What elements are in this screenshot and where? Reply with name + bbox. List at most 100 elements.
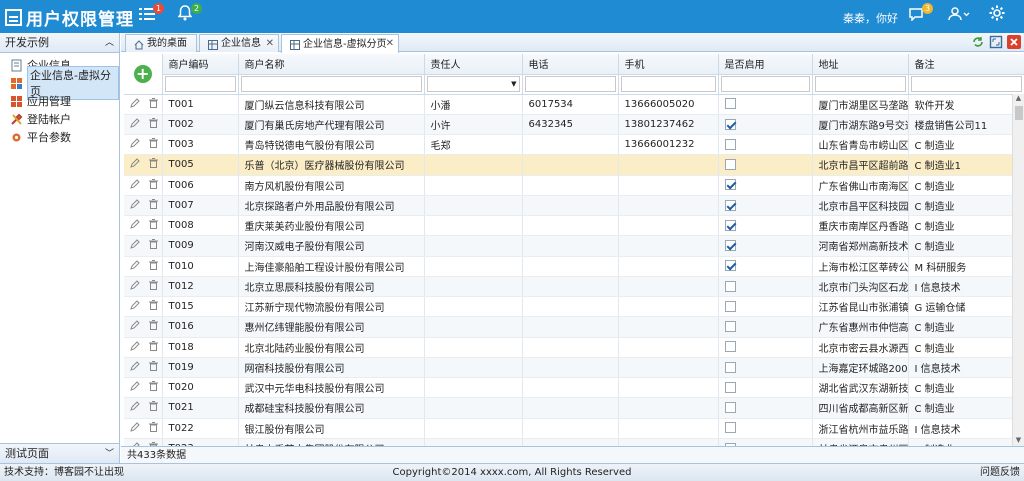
filter-name-input[interactable]: [240, 76, 422, 92]
chat-icon[interactable]: 3: [903, 3, 933, 27]
enabled-checkbox[interactable]: [724, 280, 736, 292]
tab-desktop[interactable]: 我的桌面: [125, 34, 197, 52]
edit-icon[interactable]: [130, 199, 140, 212]
table-row[interactable]: T001 厦门纵云信息科技有限公司 小潘 6017534 13666005020 厦门市湖…: [124, 94, 1024, 115]
enabled-checkbox[interactable]: [724, 422, 736, 434]
column-header[interactable]: 商户名称: [238, 54, 425, 75]
delete-icon[interactable]: [149, 360, 159, 374]
column-header[interactable]: 手机: [618, 54, 719, 75]
table-row[interactable]: T022银江股份有限公司 浙江省杭州市益乐路22I 信息技术: [124, 418, 1024, 439]
chevron-up-icon[interactable]: ︿: [105, 33, 114, 53]
delete-icon[interactable]: [149, 138, 159, 151]
enabled-checkbox[interactable]: [724, 118, 736, 130]
delete-icon[interactable]: [149, 97, 159, 111]
delete-icon[interactable]: [149, 340, 159, 354]
column-header[interactable]: 备注: [908, 54, 1024, 75]
edit-icon[interactable]: [130, 219, 140, 232]
enabled-checkbox[interactable]: [724, 219, 736, 231]
enabled-checkbox[interactable]: [724, 361, 736, 373]
table-row[interactable]: T012北京立思辰科技股份有限公司 北京市门头沟区石龙南I 信息技术: [124, 276, 1024, 298]
edit-icon[interactable]: [130, 239, 140, 252]
column-header[interactable]: 地址: [812, 54, 909, 75]
sidebar-item-params[interactable]: 平台参数: [10, 128, 119, 146]
enabled-checkbox[interactable]: [724, 159, 736, 171]
bell-icon[interactable]: 2: [172, 3, 202, 27]
delete-icon[interactable]: [149, 219, 159, 232]
edit-icon[interactable]: [130, 97, 140, 111]
delete-icon[interactable]: [149, 300, 159, 313]
vertical-scrollbar[interactable]: ▲ ▼: [1012, 94, 1024, 446]
column-header[interactable]: 电话: [522, 54, 619, 75]
user-icon[interactable]: [944, 5, 974, 27]
edit-icon[interactable]: [130, 421, 140, 435]
enabled-checkbox[interactable]: [724, 321, 736, 333]
edit-icon[interactable]: [130, 138, 140, 151]
table-row[interactable]: T018北京北陆药业股份有限公司 北京市密云县水源西路C 制造业: [124, 337, 1024, 358]
edit-icon[interactable]: [130, 158, 140, 171]
edit-icon[interactable]: [130, 381, 140, 394]
delete-icon[interactable]: [149, 198, 159, 212]
close-icon[interactable]: ✕: [386, 35, 394, 52]
table-row[interactable]: T021成都硅宝科技股份有限公司 四川省成都高新区新园C 制造业: [124, 397, 1024, 419]
enabled-checkbox[interactable]: [724, 199, 736, 211]
sidebar-footer[interactable]: 测试页面 ﹀: [0, 443, 119, 463]
table-row[interactable]: T019 网宿科技股份有限公司 上海嘉定环城路200号 I 信息技术: [124, 357, 1024, 379]
feedback-link[interactable]: 问题反馈: [980, 464, 1020, 481]
enabled-checkbox[interactable]: [724, 179, 736, 191]
delete-icon[interactable]: [149, 259, 159, 273]
enabled-checkbox[interactable]: [724, 240, 736, 252]
filter-phone-input[interactable]: [524, 76, 616, 92]
sidebar-item-accounts[interactable]: 登陆帐户: [10, 110, 119, 128]
close-icon[interactable]: ✕: [266, 35, 274, 52]
edit-icon[interactable]: [130, 401, 140, 414]
table-row[interactable]: T023甘肃大禹节水集团股份有限公司 甘肃省酒泉市肃州区C 制造业: [124, 438, 1024, 446]
edit-icon[interactable]: [130, 118, 140, 131]
refresh-icon[interactable]: [971, 35, 985, 49]
tab-enterprise[interactable]: 企业信息 ✕: [199, 34, 279, 52]
scroll-down-icon[interactable]: ▼: [1013, 436, 1024, 446]
delete-icon[interactable]: [149, 401, 159, 414]
column-header[interactable]: 责任人: [424, 54, 523, 75]
enabled-checkbox[interactable]: [724, 341, 736, 353]
edit-icon[interactable]: [130, 340, 140, 354]
scroll-thumb[interactable]: [1015, 106, 1023, 120]
enabled-checkbox[interactable]: [724, 138, 736, 150]
column-header[interactable]: 商户编码: [162, 54, 239, 75]
delete-icon[interactable]: [149, 178, 159, 192]
tab-enterprise-virtual[interactable]: 企业信息-虚拟分页 ✕: [281, 34, 399, 53]
delete-icon[interactable]: [149, 381, 159, 394]
gear-icon[interactable]: [984, 5, 1010, 27]
delete-icon[interactable]: [149, 279, 159, 293]
filter-enabled-input[interactable]: [720, 76, 810, 92]
column-header[interactable]: 是否启用: [718, 54, 813, 75]
enabled-checkbox[interactable]: [724, 300, 736, 312]
edit-icon[interactable]: [130, 178, 140, 192]
table-row[interactable]: T002 厦门有巢氏房地产代理有限公司 小许 6432345 13801237462 厦门…: [124, 114, 1024, 136]
edit-icon[interactable]: [130, 361, 140, 374]
table-row[interactable]: T003青岛特锐德电气股份有限公司毛郑 13666001232 山东省青岛市崂山区松…: [124, 134, 1024, 156]
delete-icon[interactable]: [149, 421, 159, 435]
fullscreen-icon[interactable]: [989, 35, 1003, 49]
sidebar-item-enterprise-virtual[interactable]: 企业信息-虚拟分页: [10, 66, 119, 100]
table-row[interactable]: T010上海佳豪船舶工程设计股份有限公司 上海市松江区莘砖公路M 科研服务: [124, 256, 1024, 277]
table-row[interactable]: T015江苏新宁现代物流股份有限公司 江苏省昆山市张浦镇阳G 运输仓储: [124, 296, 1024, 318]
delete-icon[interactable]: [149, 158, 159, 171]
table-row[interactable]: T005乐普（北京）医疗器械股份有限公司 北京市昌平区超前路37C 制造业1: [124, 154, 1024, 176]
filter-address-input[interactable]: [814, 76, 906, 92]
edit-icon[interactable]: [130, 259, 140, 273]
filter-code-input[interactable]: [164, 76, 236, 92]
close-icon[interactable]: [1007, 35, 1021, 49]
filter-remark-input[interactable]: [910, 76, 1022, 92]
scroll-up-icon[interactable]: ▲: [1013, 94, 1024, 104]
table-row[interactable]: T008 重庆莱美药业股份有限公司 重庆市南岸区丹香路9 C 制造业: [124, 215, 1024, 237]
table-row[interactable]: T020武汉中元华电科技股份有限公司 湖北省武汉东湖新技术C 制造业: [124, 377, 1024, 399]
filter-owner-select[interactable]: ▼: [426, 76, 520, 92]
delete-icon[interactable]: [149, 117, 159, 131]
table-row[interactable]: T009河南汉威电子股份有限公司 河南省郑州高新技术开C 制造业: [124, 235, 1024, 257]
enabled-checkbox[interactable]: [724, 381, 736, 393]
edit-icon[interactable]: [130, 320, 140, 333]
task-list-icon[interactable]: 1: [134, 3, 164, 27]
filter-mobile-input[interactable]: [620, 76, 716, 92]
edit-icon[interactable]: [130, 280, 140, 293]
table-row[interactable]: T016惠州亿纬锂能股份有限公司 广东省惠州市仲恺高新C 制造业: [124, 316, 1024, 338]
